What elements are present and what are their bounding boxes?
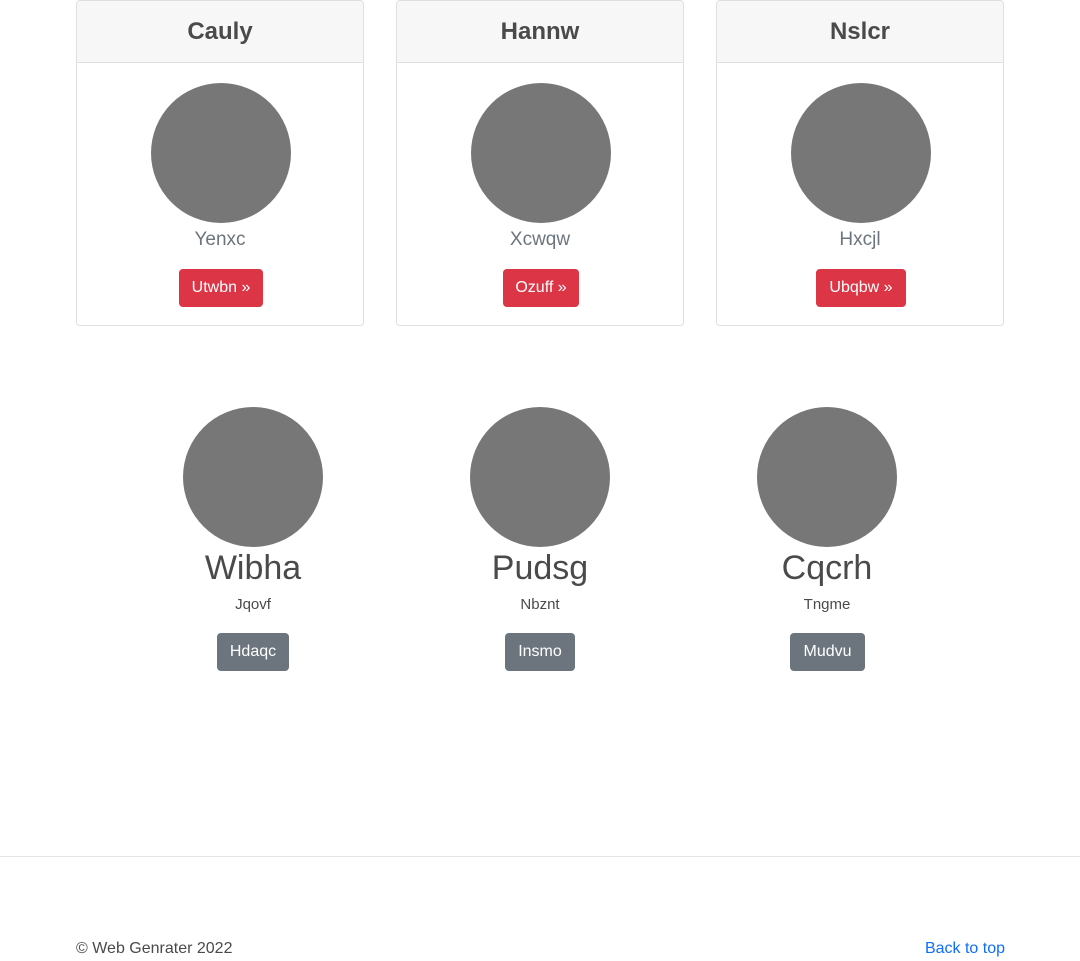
profile-action-button[interactable]: Insmo: [505, 633, 575, 671]
profile-subtitle: Jqovf: [235, 596, 271, 613]
profile-wibha: Wibha Jqovf Hdaqc: [133, 407, 373, 677]
profile-pudsg: Pudsg Nbznt Insmo: [420, 407, 660, 677]
avatar-placeholder: [470, 407, 610, 547]
avatar-placeholder: [757, 407, 897, 547]
profile-action-button[interactable]: Hdaqc: [217, 633, 289, 671]
card-action-button[interactable]: Ozuff »: [503, 269, 579, 307]
profile-subtitle: Nbznt: [520, 596, 560, 613]
profile-cqcrh: Cqcrh Tngme Mudvu: [707, 407, 947, 677]
card-title: Hannw: [397, 1, 683, 63]
profile-name: Pudsg: [491, 549, 589, 587]
avatar-placeholder: [791, 83, 931, 223]
card-action-button[interactable]: Ubqbw »: [816, 269, 906, 307]
back-to-top-link[interactable]: Back to top: [925, 940, 1005, 958]
card-action-button[interactable]: Utwbn »: [179, 269, 263, 307]
avatar-placeholder: [183, 407, 323, 547]
page: Cauly Yenxc Utwbn » Hannw Xcwqw Ozuff » …: [0, 0, 1080, 961]
card-nslcr: Nslcr Hxcjl Ubqbw »: [716, 0, 1004, 326]
card-cauly: Cauly Yenxc Utwbn »: [76, 0, 364, 326]
card-title: Nslcr: [717, 1, 1003, 63]
card-title: Cauly: [77, 1, 363, 63]
profile-name: Cqcrh: [781, 549, 873, 587]
avatar-placeholder: [471, 83, 611, 223]
profile-subtitle: Tngme: [803, 596, 851, 613]
profile-action-button[interactable]: Mudvu: [790, 633, 865, 671]
card-subtitle: Hxcjl: [839, 229, 881, 250]
profile-name: Wibha: [204, 549, 302, 587]
avatar-placeholder: [151, 83, 291, 223]
card-hannw: Hannw Xcwqw Ozuff »: [396, 0, 684, 326]
copyright-text: © Web Genrater 2022: [76, 940, 233, 957]
card-subtitle: Xcwqw: [509, 229, 571, 250]
footer-divider: [0, 856, 1080, 857]
card-subtitle: Yenxc: [194, 229, 246, 250]
